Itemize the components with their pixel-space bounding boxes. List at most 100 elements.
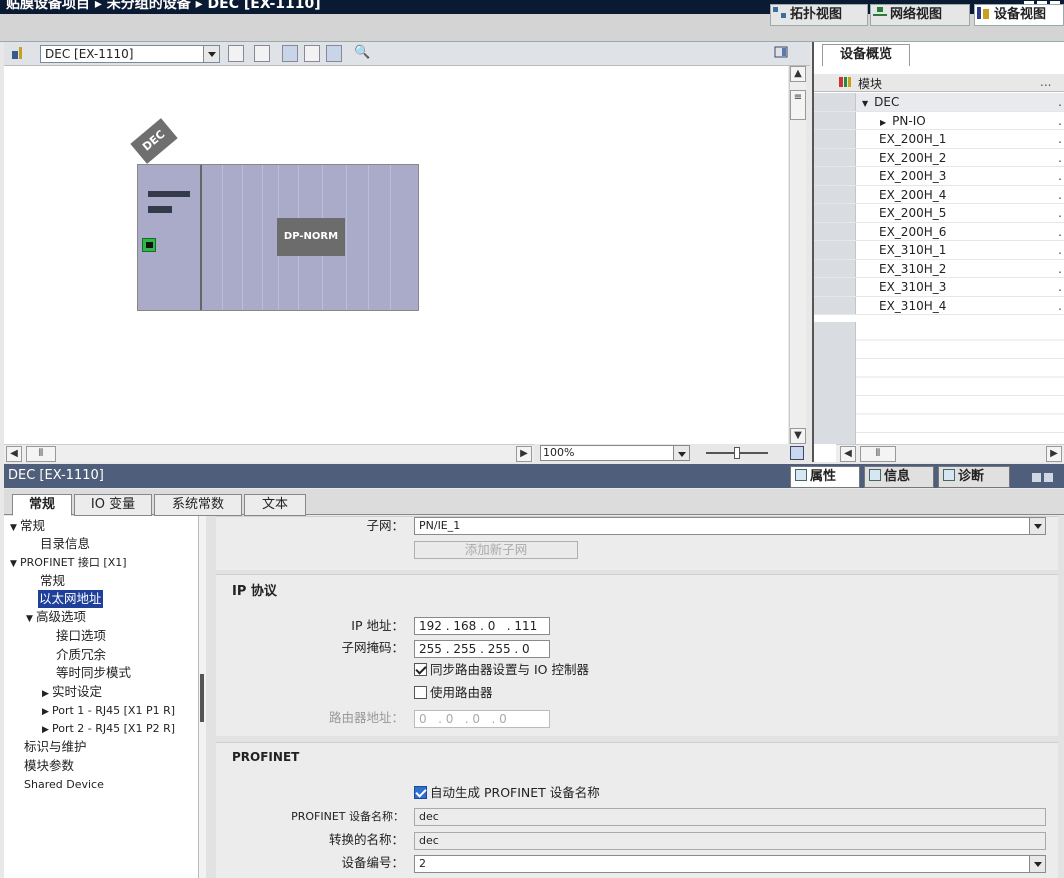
- nav-item-module-parameters[interactable]: 模块参数: [24, 757, 74, 775]
- profinet-device-name-field[interactable]: dec: [414, 808, 1046, 826]
- subtab-io-tags[interactable]: IO 变量: [74, 494, 152, 516]
- scroll-thumb[interactable]: ⦀: [26, 446, 56, 462]
- tab-diagnostics[interactable]: 诊断: [938, 466, 1010, 488]
- tab-info[interactable]: 信息: [864, 466, 934, 488]
- overview-row[interactable]: EX_200H_4.: [814, 185, 1064, 204]
- overview-header: 模块 ...: [814, 74, 1064, 92]
- breadcrumb: 贴膜设备项目 ▸ 未分组的设备 ▸ DEC [EX-1110]: [6, 0, 321, 12]
- overview-horizontal-scrollbar[interactable]: ◀ ⦀ ▶: [836, 444, 1064, 462]
- overview-row[interactable]: EX_310H_4.: [814, 296, 1064, 315]
- nav-item-isochronous-mode[interactable]: 等时同步模式: [56, 664, 131, 682]
- nav-item-ethernet-address[interactable]: 以太网地址: [38, 590, 103, 608]
- subnet-select[interactable]: PN/IE_1: [414, 517, 1046, 535]
- checkbox-unchecked-icon[interactable]: [414, 686, 427, 699]
- nav-splitter[interactable]: [198, 516, 206, 878]
- tab-device-overview[interactable]: 设备概览: [822, 44, 910, 66]
- zoom-select[interactable]: 100%: [540, 445, 690, 461]
- chevron-down-icon[interactable]: [673, 446, 689, 460]
- overview-row[interactable]: EX_200H_3.: [814, 167, 1064, 186]
- nav-item-advanced-options[interactable]: ▼ 高级选项: [26, 608, 86, 628]
- nav-item-media-redundancy[interactable]: 介质冗余: [56, 646, 106, 664]
- table-icon[interactable]: [228, 45, 244, 62]
- module-stripe: [148, 191, 190, 197]
- device-number-select[interactable]: 2: [414, 855, 1046, 873]
- name-label-icon[interactable]: [254, 45, 270, 62]
- canvas-horizontal-scrollbar[interactable]: ◀ ⦀ ▶: [4, 444, 534, 462]
- nav-item-port-2[interactable]: ▶ Port 2 - RJ45 [X1 P2 R]: [42, 720, 175, 739]
- sync-router-checkbox[interactable]: 同步路由器设置与 IO 控制器: [414, 661, 589, 679]
- overview-row[interactable]: ▼ DEC.: [814, 93, 1064, 112]
- device-tool-icon[interactable]: [10, 45, 26, 62]
- use-router-checkbox[interactable]: 使用路由器: [414, 684, 493, 702]
- subtab-texts[interactable]: 文本: [244, 494, 306, 516]
- dp-norm-module[interactable]: DP-NORM: [277, 218, 345, 256]
- nav-item-port-1[interactable]: ▶ Port 1 - RJ45 [X1 P1 R]: [42, 702, 175, 721]
- nav-item-interface-options[interactable]: 接口选项: [56, 627, 106, 645]
- panel-toggle-icon[interactable]: [774, 45, 790, 62]
- scroll-thumb[interactable]: ≡: [790, 90, 806, 120]
- nav-item-interface-general[interactable]: 常规: [40, 572, 65, 590]
- overview-row[interactable]: EX_200H_1.: [814, 130, 1064, 149]
- properties-icon: [795, 469, 807, 481]
- nav-item-identification-maintenance[interactable]: 标识与维护: [24, 738, 87, 756]
- overview-row[interactable]: EX_200H_2.: [814, 148, 1064, 167]
- page-break-icon[interactable]: [326, 45, 342, 62]
- chevron-down-icon[interactable]: [203, 46, 219, 62]
- ip-address-label: IP 地址：: [351, 618, 404, 633]
- head-module[interactable]: [138, 165, 202, 310]
- add-subnet-button[interactable]: 添加新子网: [414, 541, 578, 559]
- canvas-vertical-scrollbar[interactable]: ▲ ≡ ▼: [789, 66, 806, 444]
- converted-name-field[interactable]: dec: [414, 832, 1046, 850]
- device-icon: [977, 7, 991, 19]
- tab-network-view[interactable]: 网络视图: [870, 4, 970, 26]
- scroll-down-icon[interactable]: ▼: [790, 428, 806, 444]
- scroll-left-icon[interactable]: ◀: [840, 446, 856, 462]
- zoom-slider-handle[interactable]: [734, 447, 740, 459]
- tab-device-view[interactable]: 设备视图: [974, 4, 1064, 26]
- router-address-field[interactable]: 0 . 0 . 0 . 0: [414, 710, 550, 728]
- device-select[interactable]: DEC [EX-1110]: [40, 45, 220, 63]
- nav-item-shared-device[interactable]: Shared Device: [24, 776, 104, 794]
- device-view-toolbar: DEC [EX-1110] 🔍: [4, 42, 810, 66]
- auto-generate-name-checkbox[interactable]: 自动生成 PROFINET 设备名称: [414, 784, 600, 802]
- tab-properties[interactable]: 属性: [790, 466, 860, 488]
- nav-item-general[interactable]: ▼ 常规: [10, 517, 45, 537]
- scroll-thumb[interactable]: ⦀: [860, 446, 896, 462]
- nav-item-realtime-settings[interactable]: ▶ 实时设定: [42, 683, 102, 703]
- subnet-mask-field[interactable]: 255 . 255 . 255 . 0: [414, 640, 550, 658]
- zoom-icon[interactable]: 🔍: [354, 45, 370, 62]
- nav-item-catalog-info[interactable]: 目录信息: [40, 535, 90, 553]
- ip-address-field[interactable]: 192 . 168 . 0 . 111: [414, 617, 550, 635]
- show-address-icon[interactable]: [282, 45, 298, 62]
- subtab-system-constants[interactable]: 系统常数: [154, 494, 242, 516]
- overview-row-name: EX_200H_2: [879, 150, 947, 165]
- chevron-down-icon[interactable]: [1029, 518, 1045, 534]
- port-icon[interactable]: [142, 238, 156, 252]
- checkbox-checked-icon[interactable]: [414, 663, 427, 676]
- tab-topology-view[interactable]: 拓扑视图: [770, 4, 868, 26]
- checkbox-checked-icon[interactable]: [414, 786, 427, 799]
- scroll-left-icon[interactable]: ◀: [6, 446, 22, 462]
- overview-row[interactable]: EX_200H_5.: [814, 204, 1064, 223]
- overview-row-name: EX_200H_4: [879, 187, 947, 202]
- overview-row[interactable]: EX_310H_3.: [814, 278, 1064, 297]
- zoom-slider[interactable]: [706, 447, 768, 459]
- overview-row[interactable]: EX_310H_1.: [814, 241, 1064, 260]
- overview-row-name: EX_200H_1: [879, 132, 947, 146]
- overview-nav-icon[interactable]: [790, 446, 804, 460]
- subtab-general[interactable]: 常规: [12, 494, 72, 516]
- scroll-up-icon[interactable]: ▲: [790, 66, 806, 82]
- grid-icon[interactable]: [304, 45, 320, 62]
- chevron-right-icon[interactable]: ▶: [880, 118, 886, 127]
- overview-row[interactable]: ▶ PN-IO.: [814, 111, 1064, 130]
- panel-controls-icon[interactable]: [1032, 471, 1056, 482]
- chevron-down-icon[interactable]: ▼: [862, 99, 868, 108]
- device-number-label: 设备编号：: [341, 855, 404, 870]
- scroll-right-icon[interactable]: ▶: [1046, 446, 1062, 462]
- topology-icon: [773, 7, 787, 19]
- overview-row[interactable]: EX_310H_2.: [814, 259, 1064, 278]
- scroll-right-icon[interactable]: ▶: [516, 446, 532, 462]
- nav-item-profinet-interface[interactable]: ▼ PROFINET 接口 [X1]: [10, 554, 127, 573]
- chevron-down-icon[interactable]: [1029, 856, 1045, 872]
- overview-row[interactable]: EX_200H_6.: [814, 222, 1064, 241]
